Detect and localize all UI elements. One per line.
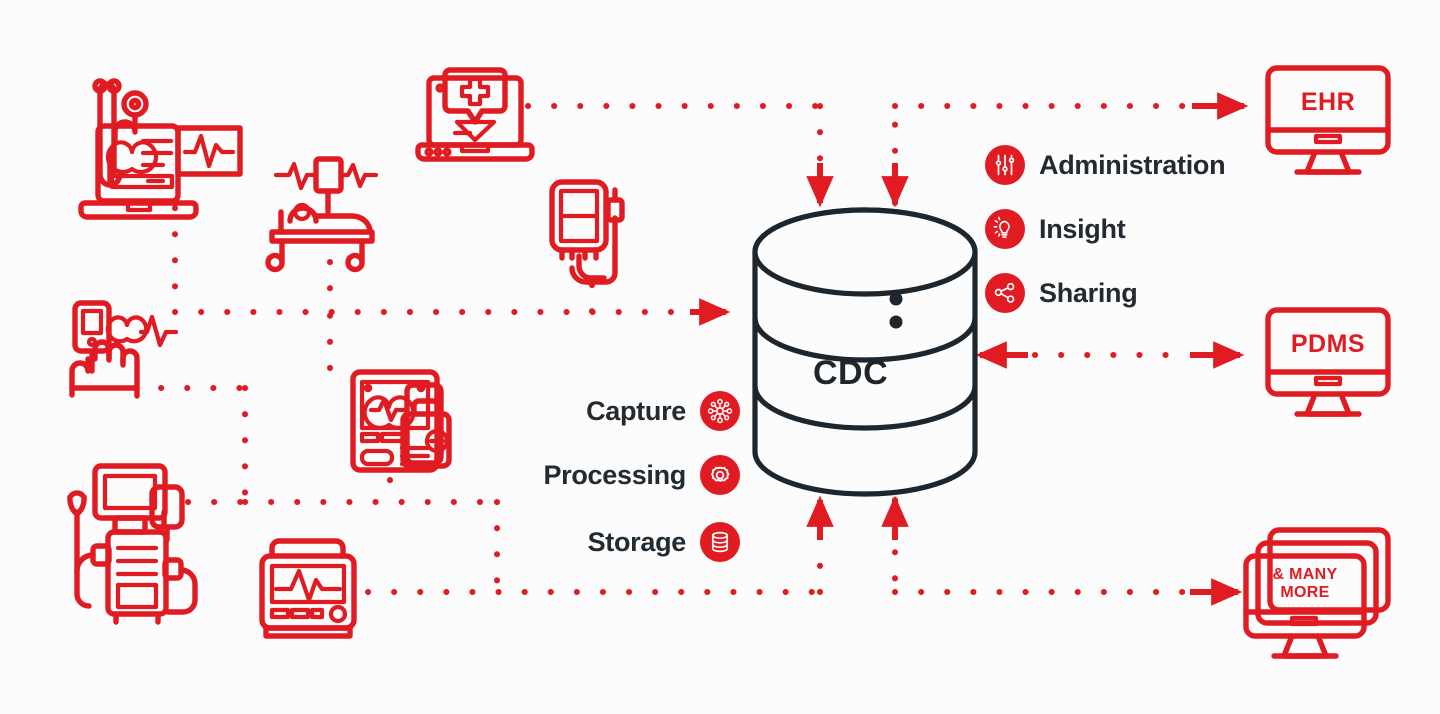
gear-icon [700,455,740,495]
network-nodes-icon [700,391,740,431]
destination-label-many-more-line2: MORE [1280,583,1330,601]
share-nodes-icon [985,273,1025,313]
output-label-sharing: Sharing [985,273,1138,313]
iv-infusion-bag-icon [549,179,625,285]
ecg-monitor-icon [259,538,357,639]
pipeline-label-capture: Capture [420,391,740,431]
destination-label-many-more: & MANY MORE [1246,566,1364,602]
pipeline-label-storage-text: Storage [587,526,687,557]
connector-cdc-to-many-more [881,495,1243,606]
destination-label-many-more-line1: & MANY [1272,566,1338,583]
output-label-administration-text: Administration [1039,149,1226,180]
cdc-cylinder [752,207,978,497]
laptop-health-record-icon [78,78,243,220]
pipeline-label-storage: Storage [420,522,740,562]
destination-label-ehr: EHR [1300,88,1356,116]
hospital-bed-ecg-icon [265,156,379,273]
diagram-graphics: .dot{stroke:#e11b22;stroke-width:6;strok… [67,65,1391,659]
destination-label-pdms: PDMS [1290,330,1366,358]
diagram-canvas: .dot{stroke:#e11b22;stroke-width:6;strok… [0,0,1440,714]
connector-laptop-cross-to-cdc [525,103,834,208]
dialysis-machine-icon [67,463,198,625]
pipeline-label-capture-text: Capture [586,395,686,426]
cdc-core-label: CDC [813,354,889,392]
database-icon [700,522,740,562]
sliders-icon [985,145,1025,185]
hand-mobile-heartbeat-icon [69,300,179,399]
output-label-sharing-text: Sharing [1039,277,1138,308]
monitor-pdms-icon [1265,307,1391,417]
pipeline-label-processing: Processing [420,455,740,495]
lightbulb-icon [985,209,1025,249]
pipeline-label-processing-text: Processing [543,459,686,490]
monitor-ehr-icon [1265,65,1391,175]
output-label-insight-text: Insight [1039,213,1126,244]
output-label-insight: Insight [985,209,1126,249]
output-label-administration: Administration [985,145,1226,185]
laptop-medical-cross-icon [415,67,535,162]
